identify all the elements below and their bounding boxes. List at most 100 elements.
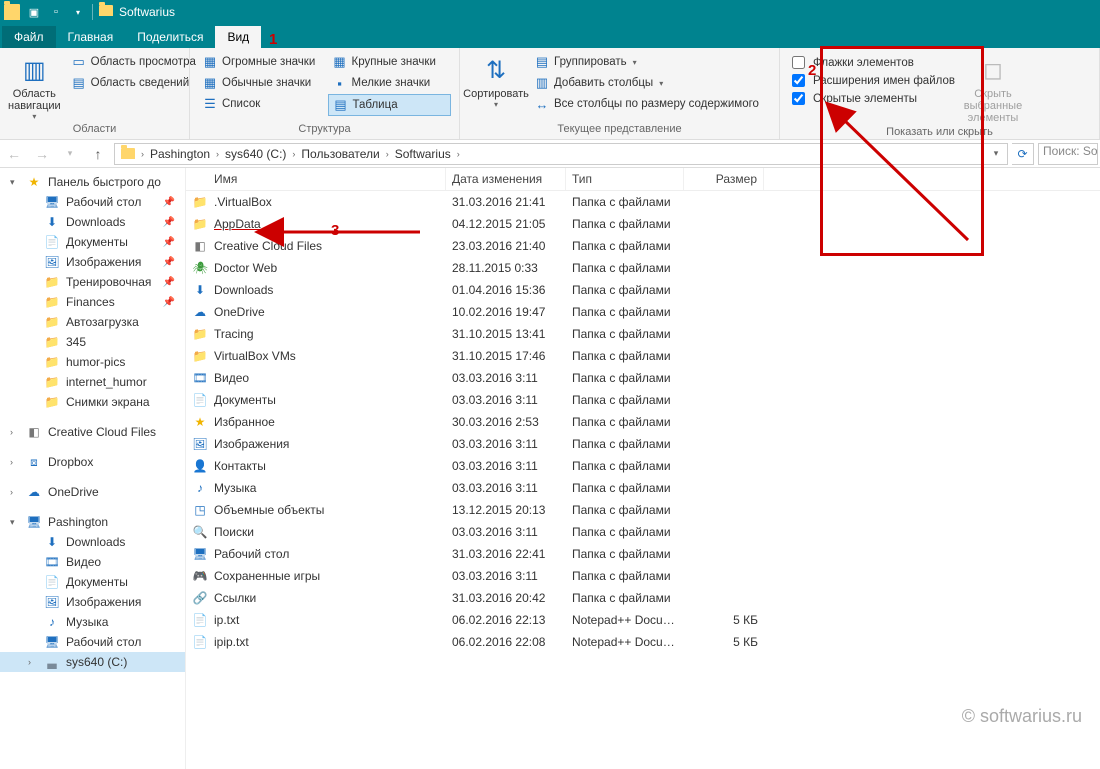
nav-item[interactable]: 📁Автозагрузка: [0, 312, 185, 332]
col-size[interactable]: Размер: [684, 168, 764, 190]
file-row[interactable]: ♪Музыка03.03.2016 3:11Папка с файлами: [186, 477, 1100, 499]
qat-dropdown-icon[interactable]: ▾: [70, 4, 86, 20]
autosize-columns-button[interactable]: ↔Все столбцы по размеру содержимого: [530, 94, 763, 114]
file-row[interactable]: 🕷Doctor Web28.11.2015 0:33Папка с файлам…: [186, 257, 1100, 279]
file-row[interactable]: 📄ipip.txt06.02.2016 22:08Notepad++ Docu……: [186, 631, 1100, 653]
nav-item[interactable]: 📁345: [0, 332, 185, 352]
refresh-button[interactable]: ⟳: [1012, 143, 1034, 165]
nav-item[interactable]: ⬇Downloads: [0, 532, 185, 552]
file-row[interactable]: 🖥Рабочий стол31.03.2016 22:41Папка с фай…: [186, 543, 1100, 565]
group-by-button[interactable]: ▤Группировать▾: [530, 52, 763, 72]
file-ext-toggle[interactable]: Расширения имен файлов: [788, 72, 959, 89]
nav-item[interactable]: 🖼Изображения📌: [0, 252, 185, 272]
nav-item[interactable]: 🖥Рабочий стол: [0, 632, 185, 652]
nav-item[interactable]: 📁Тренировочная📌: [0, 272, 185, 292]
breadcrumb-4[interactable]: Softwarius: [391, 147, 455, 161]
file-row[interactable]: 🔍Поиски03.03.2016 3:11Папка с файлами: [186, 521, 1100, 543]
file-row[interactable]: 📄ip.txt06.02.2016 22:13Notepad++ Docu…5 …: [186, 609, 1100, 631]
add-columns-button[interactable]: ▥Добавить столбцы▾: [530, 73, 763, 93]
file-row[interactable]: 👤Контакты03.03.2016 3:11Папка с файлами: [186, 455, 1100, 477]
file-row[interactable]: 📁.VirtualBox31.03.2016 21:41Папка с файл…: [186, 191, 1100, 213]
file-row[interactable]: 📁AppData04.12.2015 21:05Папка с файлами: [186, 213, 1100, 235]
search-box[interactable]: Поиск: Soft: [1038, 143, 1098, 165]
file-ext-checkbox[interactable]: [792, 74, 805, 87]
layout-list[interactable]: ☰Список: [198, 94, 322, 114]
navigation-pane-button[interactable]: ▥ Область навигации ▾: [8, 52, 61, 121]
preview-pane-button[interactable]: ▭Область просмотра: [67, 52, 200, 72]
layout-m-icons[interactable]: ▦Обычные значки: [198, 73, 322, 93]
file-row[interactable]: ◧Creative Cloud Files23.03.2016 21:40Пап…: [186, 235, 1100, 257]
file-list-header[interactable]: Имя Дата изменения Тип Размер: [186, 168, 1100, 191]
nav-item[interactable]: ›▃sys640 (C:): [0, 652, 185, 672]
folder-icon: 📁: [192, 326, 208, 342]
file-row[interactable]: ◳Объемные объекты13.12.2015 20:13Папка с…: [186, 499, 1100, 521]
tab-view[interactable]: Вид: [215, 26, 261, 48]
breadcrumb-2[interactable]: sys640 (C:): [221, 147, 290, 161]
nav-item[interactable]: ›◧Creative Cloud Files: [0, 422, 185, 442]
nav-item[interactable]: ▾🖥Pashington: [0, 512, 185, 532]
recent-button[interactable]: ▾: [58, 142, 82, 166]
navigation-tree[interactable]: ▾★Панель быстрого до🖥Рабочий стол📌⬇Downl…: [0, 168, 186, 769]
hidden-items-checkbox[interactable]: [792, 92, 805, 105]
dl-icon: ⬇: [44, 534, 60, 550]
col-type[interactable]: Тип: [566, 168, 684, 190]
file-list[interactable]: Имя Дата изменения Тип Размер 📁.VirtualB…: [186, 168, 1100, 769]
nav-item[interactable]: 🎞Видео: [0, 552, 185, 572]
nav-item[interactable]: 📄Документы📌: [0, 232, 185, 252]
nav-item[interactable]: ▾★Панель быстрого до: [0, 172, 185, 192]
col-date[interactable]: Дата изменения: [446, 168, 566, 190]
file-row[interactable]: 🎞Видео03.03.2016 3:11Папка с файлами: [186, 367, 1100, 389]
breadcrumb-3[interactable]: Пользователи: [297, 147, 383, 161]
nav-item[interactable]: ⬇Downloads📌: [0, 212, 185, 232]
details-pane-button[interactable]: ▤Область сведений: [67, 73, 200, 93]
nav-item[interactable]: 📁internet_humor: [0, 372, 185, 392]
file-row[interactable]: ★Избранное30.03.2016 2:53Папка с файлами: [186, 411, 1100, 433]
file-row[interactable]: ⬇Downloads01.04.2016 15:36Папка с файлам…: [186, 279, 1100, 301]
breadcrumb[interactable]: › Pashington› sys640 (C:)› Пользователи›…: [114, 143, 1008, 165]
layout-s-icons[interactable]: ▪Мелкие значки: [328, 73, 452, 93]
forward-button[interactable]: →: [30, 142, 54, 166]
qat-newfolder-icon[interactable]: ▫: [48, 4, 64, 20]
list-icon: ☰: [202, 96, 218, 112]
back-button[interactable]: ←: [2, 142, 26, 166]
nav-item[interactable]: ♪Музыка: [0, 612, 185, 632]
title-bar: ▣ ▫ ▾ Softwarius: [0, 0, 1100, 24]
hidden-items-toggle[interactable]: Скрытые элементы: [788, 90, 959, 107]
file-row[interactable]: 📁Tracing31.10.2015 13:41Папка с файлами: [186, 323, 1100, 345]
dropbox-icon: ⧈: [26, 454, 42, 470]
tab-share[interactable]: Поделиться: [125, 26, 215, 48]
file-row[interactable]: 🎮Сохраненные игры03.03.2016 3:11Папка с …: [186, 565, 1100, 587]
nav-item[interactable]: 🖥Рабочий стол📌: [0, 192, 185, 212]
nav-item[interactable]: ›☁OneDrive: [0, 482, 185, 502]
qat-explorer-icon[interactable]: [4, 4, 20, 20]
dl-icon: ⬇: [192, 282, 208, 298]
file-row[interactable]: ☁OneDrive10.02.2016 19:47Папка с файлами: [186, 301, 1100, 323]
layout-xl-icons[interactable]: ▦Огромные значки: [198, 52, 322, 72]
nav-item[interactable]: 📄Документы: [0, 572, 185, 592]
up-button[interactable]: ↑: [86, 142, 110, 166]
file-row[interactable]: 🔗Ссылки31.03.2016 20:42Папка с файлами: [186, 587, 1100, 609]
tab-file[interactable]: Файл: [2, 26, 56, 48]
item-checkboxes-toggle[interactable]: Флажки элементов: [788, 54, 959, 71]
docs-icon: 📄: [44, 234, 60, 250]
nav-item[interactable]: 📁Finances📌: [0, 292, 185, 312]
od-icon: ☁: [26, 484, 42, 500]
nav-item[interactable]: 📁Снимки экрана: [0, 392, 185, 412]
breadcrumb-1[interactable]: Pashington: [146, 147, 214, 161]
breadcrumb-dropdown[interactable]: ▾: [987, 142, 1005, 166]
layout-l-icons[interactable]: ▦Крупные значки: [328, 52, 452, 72]
nav-item[interactable]: ›⧈Dropbox: [0, 452, 185, 472]
file-row[interactable]: 📄Документы03.03.2016 3:11Папка с файлами: [186, 389, 1100, 411]
video-icon: 🎞: [44, 554, 60, 570]
item-checkboxes-checkbox[interactable]: [792, 56, 805, 69]
file-row[interactable]: 📁VirtualBox VMs31.10.2015 17:46Папка с ф…: [186, 345, 1100, 367]
breadcrumb-root-icon[interactable]: [117, 148, 139, 159]
file-row[interactable]: 🖼Изображения03.03.2016 3:11Папка с файла…: [186, 433, 1100, 455]
tab-home[interactable]: Главная: [56, 26, 126, 48]
qat-properties-icon[interactable]: ▣: [26, 4, 42, 20]
nav-item[interactable]: 🖼Изображения: [0, 592, 185, 612]
col-name[interactable]: Имя: [186, 168, 446, 190]
layout-details[interactable]: ▤Таблица: [328, 94, 452, 116]
sort-button[interactable]: ⇅ Сортировать ▾: [468, 52, 524, 109]
nav-item[interactable]: 📁humor-pics: [0, 352, 185, 372]
